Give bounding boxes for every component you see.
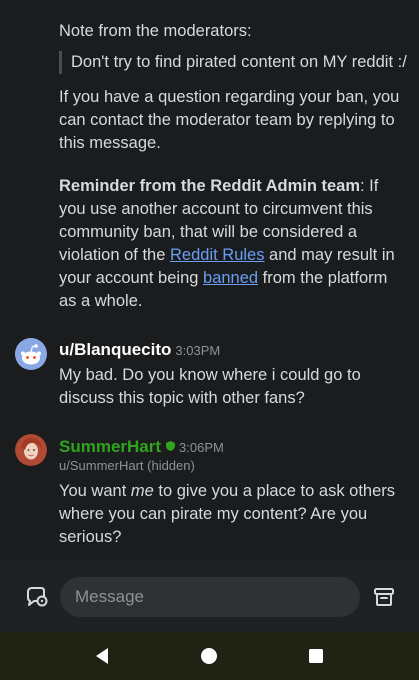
- message-text-part: You want: [59, 482, 131, 500]
- home-icon[interactable]: [195, 642, 223, 670]
- message-author[interactable]: u/Blanquecito 3:03PM: [59, 339, 220, 362]
- message-input[interactable]: Message: [60, 577, 360, 617]
- message-text: My bad. Do you know where i could go to …: [59, 366, 361, 407]
- message-subtitle: u/SummerHart (hidden): [59, 458, 195, 473]
- message-input-placeholder: Message: [75, 587, 144, 606]
- avatar-blanquecito[interactable]: [15, 338, 47, 370]
- admin-reminder: Reminder from the Reddit Admin team: If …: [59, 175, 404, 313]
- admin-reminder-title: Reminder from the Reddit Admin team: [59, 177, 361, 195]
- banned-link[interactable]: banned: [203, 269, 258, 287]
- moderator-shield-icon: [166, 435, 176, 457]
- recents-icon[interactable]: [302, 642, 330, 670]
- username[interactable]: u/Blanquecito: [59, 340, 171, 359]
- mod-note-heading: Note from the moderators:: [59, 22, 252, 40]
- message-time: 3:06PM: [179, 440, 224, 455]
- message-author[interactable]: SummerHart 3:06PM: [59, 435, 224, 459]
- back-icon[interactable]: [88, 642, 116, 670]
- chat-thread: Note from the moderators: Don't try to f…: [0, 0, 419, 560]
- message-text-emphasis: me: [130, 482, 154, 500]
- mod-note-body: If you have a question regarding your ba…: [59, 88, 400, 152]
- avatar-summerhart[interactable]: [15, 434, 47, 466]
- message-time: 3:03PM: [175, 343, 221, 358]
- message-text: You want me to give you a place to ask o…: [59, 480, 404, 549]
- reddit-rules-link[interactable]: Reddit Rules: [170, 246, 264, 264]
- username[interactable]: SummerHart: [59, 437, 161, 456]
- archive-icon[interactable]: [370, 583, 398, 611]
- mod-note-quote: Don't try to find pirated content on MY …: [59, 51, 407, 74]
- snoomoji-icon[interactable]: [22, 583, 50, 611]
